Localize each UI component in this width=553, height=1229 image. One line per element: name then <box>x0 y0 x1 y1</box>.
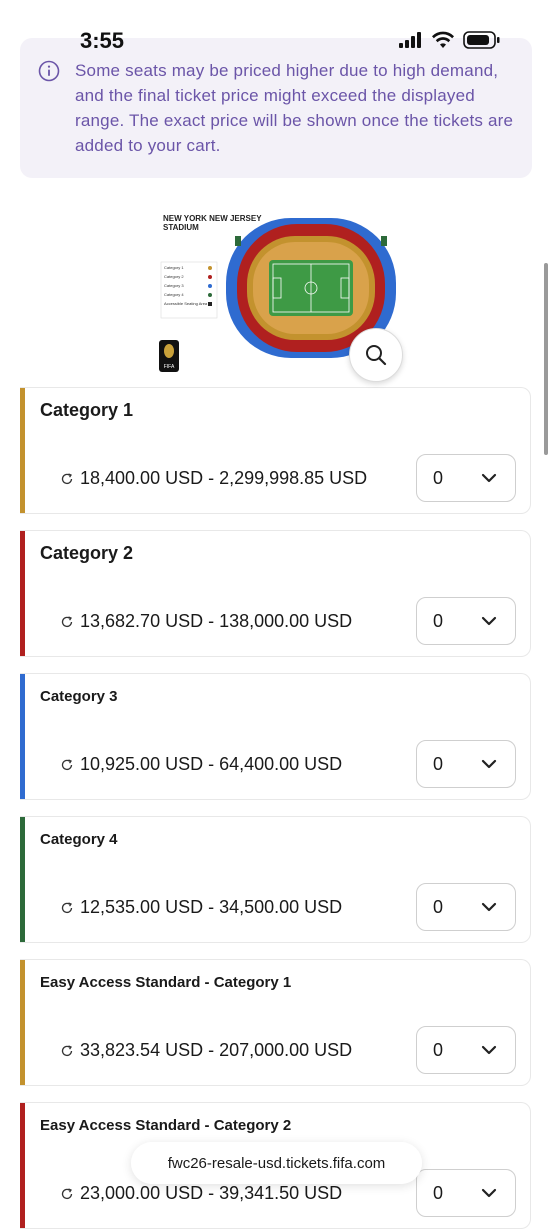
category-name: Category 2 <box>40 543 134 563</box>
price-range: 18,400.00 USD - 2,299,998.85 USD <box>60 468 367 489</box>
quantity-value: 0 <box>433 468 444 488</box>
price-range: 13,682.70 USD - 138,000.00 USD <box>60 611 352 632</box>
category-color-bar <box>20 674 25 799</box>
category-name: Easy Access Standard - Category 2 <box>40 1117 292 1134</box>
refresh-icon <box>61 615 73 627</box>
map-legend: Category 1 Category 2 Category 3 Categor… <box>160 261 218 319</box>
chevron-down-icon <box>481 1188 497 1198</box>
price-range: 33,823.54 USD - 207,000.00 USD <box>60 1040 352 1061</box>
chevron-down-icon <box>481 616 497 626</box>
price-range: 12,535.00 USD - 34,500.00 USD <box>60 897 342 918</box>
refresh-icon <box>61 1044 73 1056</box>
category-card: Category 2 13,682.70 USD - 138,000.00 US… <box>20 530 531 657</box>
quantity-select[interactable]: 0 <box>416 1026 516 1074</box>
legend-category-1: Category 1 <box>164 265 184 270</box>
refresh-icon <box>61 901 73 913</box>
category-card: Category 1 18,400.00 USD - 2,299,998.85 … <box>20 387 531 514</box>
price-notice: Some seats may be priced higher due to h… <box>20 38 532 178</box>
legend-category-3: Category 3 <box>164 283 184 288</box>
chevron-down-icon <box>481 902 497 912</box>
category-name: Category 4 <box>40 831 118 848</box>
quantity-select[interactable]: 0 <box>416 740 516 788</box>
refresh-icon <box>61 1187 73 1199</box>
status-icons <box>399 31 501 49</box>
category-color-bar <box>20 1103 25 1228</box>
refresh-icon <box>61 758 73 770</box>
fifa-trophy-emblem: FIFA <box>159 340 179 372</box>
legend-category-4: Category 4 <box>164 292 184 297</box>
chevron-down-icon <box>481 1045 497 1055</box>
price-range-text: 10,925.00 USD - 64,400.00 USD <box>80 754 343 774</box>
legend-category-2: Category 2 <box>164 274 184 279</box>
category-card: Category 4 12,535.00 USD - 34,500.00 USD… <box>20 816 531 943</box>
category-name: Category 3 <box>40 688 118 705</box>
quantity-value: 0 <box>433 754 444 774</box>
refresh-icon <box>61 472 73 484</box>
quantity-select[interactable]: 0 <box>416 1169 516 1217</box>
search-icon <box>366 345 387 366</box>
category-color-bar <box>20 960 25 1085</box>
legend-accessible: Accessible Seating Area <box>164 301 208 306</box>
page-scrollbar[interactable] <box>544 263 548 455</box>
chevron-down-icon <box>481 759 497 769</box>
price-range-text: 18,400.00 USD - 2,299,998.85 USD <box>80 468 368 488</box>
browser-address-bar[interactable]: fwc26-resale-usd.tickets.fifa.com <box>131 1142 422 1184</box>
category-color-bar <box>20 817 25 942</box>
quantity-select[interactable]: 0 <box>416 597 516 645</box>
quantity-select[interactable]: 0 <box>416 454 516 502</box>
category-name: Category 1 <box>40 400 134 420</box>
url-text: fwc26-resale-usd.tickets.fifa.com <box>167 1154 386 1172</box>
price-range-text: 23,000.00 USD - 39,341.50 USD <box>80 1183 343 1203</box>
status-bar: 3:55 <box>0 0 553 56</box>
battery-icon <box>463 31 500 49</box>
notice-text: Some seats may be priced higher due to h… <box>75 61 514 155</box>
category-name: Easy Access Standard - Category 1 <box>40 974 292 991</box>
quantity-select[interactable]: 0 <box>416 883 516 931</box>
cellular-signal-icon <box>399 32 421 48</box>
price-range: 10,925.00 USD - 64,400.00 USD <box>60 754 342 775</box>
info-icon <box>38 60 60 82</box>
category-color-bar <box>20 388 25 513</box>
category-card: Easy Access Standard - Category 1 33,823… <box>20 959 531 1086</box>
quantity-value: 0 <box>433 897 444 917</box>
map-zoom-button[interactable] <box>349 328 403 382</box>
price-range-text: 13,682.70 USD - 138,000.00 USD <box>80 611 353 631</box>
price-range-text: 33,823.54 USD - 207,000.00 USD <box>80 1040 353 1060</box>
wifi-icon <box>432 31 454 48</box>
quantity-value: 0 <box>433 611 444 631</box>
quantity-value: 0 <box>433 1183 444 1203</box>
emblem-text: FIFA <box>164 364 175 370</box>
category-color-bar <box>20 531 25 656</box>
price-range-text: 12,535.00 USD - 34,500.00 USD <box>80 897 343 917</box>
price-range: 23,000.00 USD - 39,341.50 USD <box>60 1183 342 1204</box>
status-time: 3:55 <box>80 28 125 53</box>
quantity-value: 0 <box>433 1040 444 1060</box>
category-card: Category 3 10,925.00 USD - 64,400.00 USD… <box>20 673 531 800</box>
chevron-down-icon <box>481 473 497 483</box>
